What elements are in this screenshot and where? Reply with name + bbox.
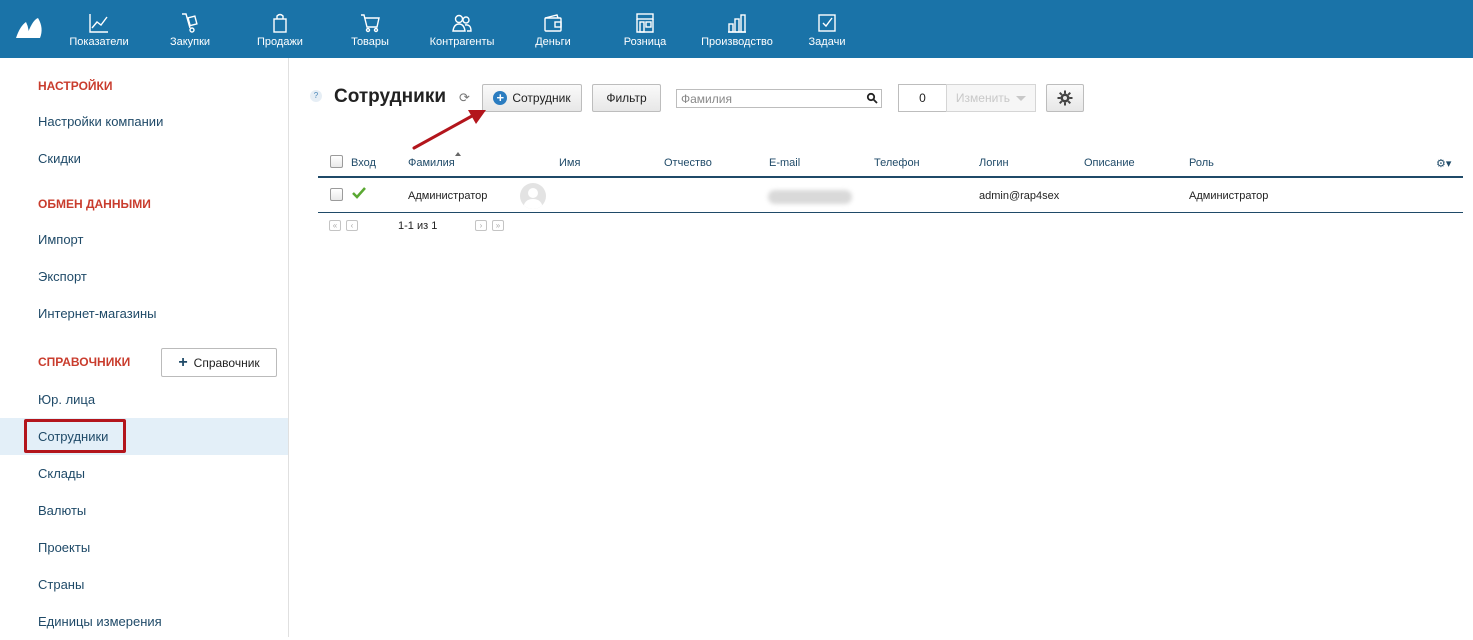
settings-button[interactable] — [1046, 84, 1084, 112]
column-header-phone[interactable]: Телефон — [874, 157, 920, 169]
checkmark-icon — [352, 187, 366, 199]
sort-ascending-icon — [455, 152, 461, 156]
sidebar-item-currencies[interactable]: Валюты — [0, 492, 288, 529]
sidebar-item-projects[interactable]: Проекты — [0, 529, 288, 566]
help-icon[interactable]: ? — [310, 90, 322, 102]
column-header-first-name[interactable]: Имя — [559, 157, 580, 169]
nav-label: Показатели — [69, 36, 129, 48]
sidebar-item-company-settings[interactable]: Настройки компании — [0, 103, 288, 140]
sidebar-section-catalogs: СПРАВОЧНИКИ — [38, 355, 131, 369]
filter-button[interactable]: Фильтр — [592, 84, 661, 112]
page-title: Сотрудники — [334, 86, 447, 107]
selected-counter: 0 — [898, 84, 946, 112]
add-catalog-label: Справочник — [193, 355, 260, 370]
nav-money[interactable]: Деньги — [530, 0, 576, 58]
sidebar-item-countries[interactable]: Страны — [0, 566, 288, 603]
change-dropdown-button[interactable]: Изменить — [946, 84, 1036, 112]
next-page-button[interactable]: › — [475, 220, 487, 231]
red-arrow-annotation — [412, 110, 486, 150]
pagination-text: 1-1 из 1 — [398, 220, 438, 232]
cart-icon — [361, 14, 380, 33]
redacted-email — [768, 190, 852, 204]
sidebar-section-settings: НАСТРОЙКИ — [38, 79, 113, 93]
column-header-email[interactable]: E-mail — [769, 157, 800, 169]
shopping-bag-icon — [273, 13, 287, 33]
task-check-icon — [818, 14, 836, 32]
chart-line-icon — [89, 14, 108, 33]
nav-label: Розница — [623, 36, 667, 48]
cell-login: admin@rap4sex — [979, 190, 1060, 202]
employees-highlight-box — [24, 419, 126, 453]
nav-counterparties[interactable]: Контрагенты — [428, 0, 496, 58]
nav-tasks[interactable]: Задачи — [806, 0, 848, 58]
nav-label: Производство — [701, 36, 773, 48]
plus-icon: + — [178, 353, 188, 371]
gear-icon — [1057, 90, 1073, 106]
sidebar-item-online-stores[interactable]: Интернет-магазины — [0, 295, 288, 332]
cell-surname[interactable]: Администратор — [408, 190, 487, 202]
sidebar-item-legal-entities[interactable]: Юр. лица — [0, 381, 288, 418]
store-icon — [636, 13, 654, 33]
row-checkbox[interactable] — [330, 188, 343, 201]
table-header: Вход Фамилия Имя Отчество E-mail Телефон… — [318, 150, 1463, 178]
caret-down-icon — [1016, 95, 1027, 101]
logo-icon[interactable] — [14, 16, 44, 40]
column-header-login[interactable]: Логин — [979, 157, 1009, 169]
user-silhouette-icon — [523, 188, 543, 209]
column-settings-icon[interactable]: ⚙▾ — [1436, 157, 1451, 170]
nav-label: Товары — [351, 36, 389, 48]
first-page-button[interactable]: « — [329, 220, 341, 231]
column-header-role[interactable]: Роль — [1189, 157, 1214, 169]
nav-retail[interactable]: Розница — [620, 0, 670, 58]
nav-label: Контрагенты — [429, 36, 495, 48]
nav-indicators[interactable]: Показатели — [68, 0, 130, 58]
sidebar-item-export[interactable]: Экспорт — [0, 258, 288, 295]
nav-label: Закупки — [169, 36, 211, 48]
add-catalog-button[interactable]: + Справочник — [161, 348, 277, 377]
plus-circle-icon: + — [493, 91, 508, 105]
cell-role: Администратор — [1189, 190, 1269, 202]
column-header-login-state[interactable]: Вход — [351, 157, 376, 169]
nav-label: Деньги — [535, 36, 571, 48]
avatar — [520, 183, 546, 209]
column-header-description[interactable]: Описание — [1084, 157, 1135, 169]
nav-purchases[interactable]: Закупки — [164, 0, 216, 58]
nav-sales[interactable]: Продажи — [254, 0, 306, 58]
last-page-button[interactable]: » — [492, 220, 504, 231]
column-header-patronymic[interactable]: Отчество — [664, 157, 712, 169]
prev-page-button[interactable]: ‹ — [346, 220, 358, 231]
surname-search-input[interactable] — [676, 89, 882, 108]
wallet-icon — [544, 14, 562, 32]
sidebar-section-exchange: ОБМЕН ДАННЫМИ — [38, 197, 151, 211]
select-all-checkbox[interactable] — [330, 155, 343, 168]
refresh-icon[interactable]: ⟳ — [459, 90, 470, 106]
people-icon — [452, 14, 472, 32]
nav-label: Задачи — [808, 36, 846, 48]
nav-label: Продажи — [257, 36, 303, 48]
change-label: Изменить — [955, 91, 1011, 105]
sidebar-item-warehouses[interactable]: Склады — [0, 455, 288, 492]
table-row[interactable]: Администратор admin@rap4sex Администрато… — [318, 180, 1463, 213]
hand-truck-icon — [182, 13, 198, 33]
search-icon[interactable] — [866, 92, 878, 104]
factory-icon — [728, 14, 746, 33]
add-employee-button[interactable]: + Сотрудник — [482, 84, 582, 112]
sidebar-item-discounts[interactable]: Скидки — [0, 140, 288, 177]
top-navigation-bar: Показатели Закупки Продажи Товары Контра… — [0, 0, 1473, 58]
nav-production[interactable]: Производство — [700, 0, 774, 58]
sidebar-item-import[interactable]: Импорт — [0, 221, 288, 258]
column-header-surname[interactable]: Фамилия — [408, 157, 455, 169]
nav-products[interactable]: Товары — [346, 0, 394, 58]
add-employee-label: Сотрудник — [512, 91, 571, 105]
sidebar-item-units[interactable]: Единицы измерения — [0, 603, 288, 640]
